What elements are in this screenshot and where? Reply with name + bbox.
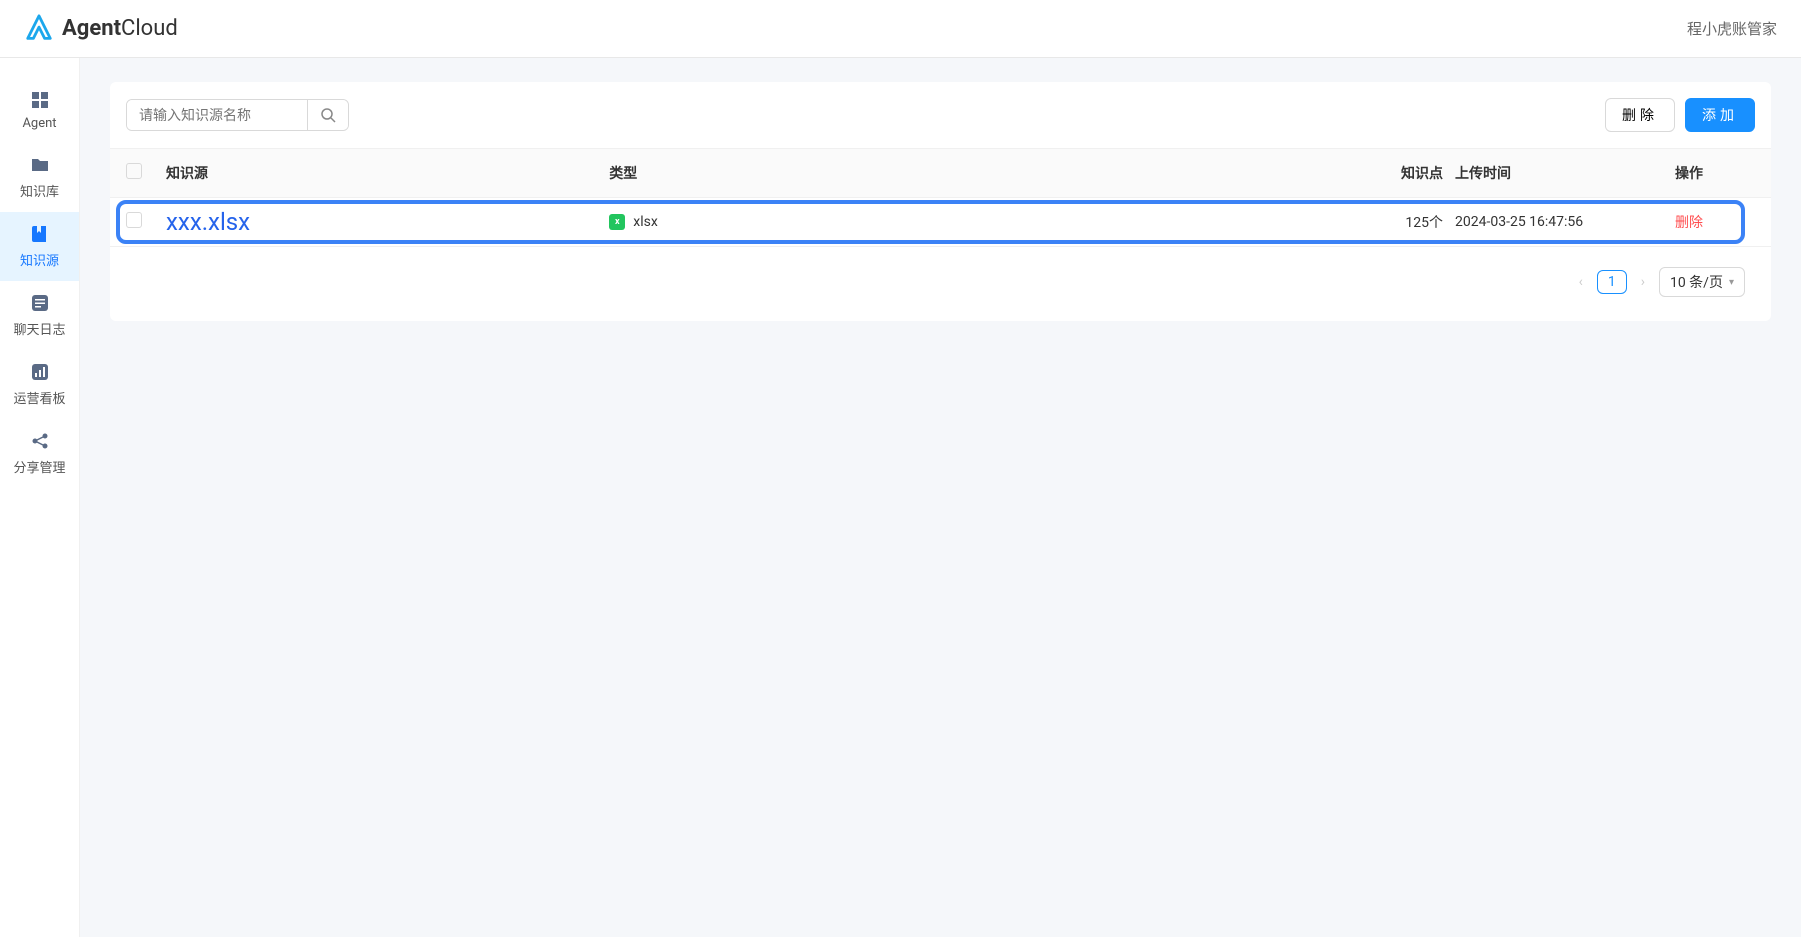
cell-action: 删除 xyxy=(1675,212,1755,232)
toolbar-actions: 删除 添加 xyxy=(1605,98,1755,132)
row-delete-link[interactable]: 删除 xyxy=(1675,215,1703,231)
sidebar-item-label: 聊天日志 xyxy=(13,319,65,338)
column-header-type: 类型 xyxy=(609,163,1375,183)
logo-text: AgentCloud xyxy=(62,16,178,41)
cell-type: x xlsx xyxy=(609,214,1375,230)
sidebar-item-agent[interactable]: Agent xyxy=(0,78,79,143)
row-checkbox[interactable] xyxy=(126,212,142,228)
delete-button[interactable]: 删除 xyxy=(1605,98,1675,132)
sidebar-item-label: 知识源 xyxy=(20,250,59,269)
row-checkbox-cell xyxy=(126,212,166,232)
select-all-checkbox[interactable] xyxy=(126,163,142,179)
type-text: xlsx xyxy=(633,214,658,230)
sidebar-item-label: Agent xyxy=(22,116,56,131)
sidebar-item-knowledge-source[interactable]: 知识源 xyxy=(0,212,79,281)
folder-icon xyxy=(30,155,50,175)
column-header-name: 知识源 xyxy=(166,163,609,183)
logo-icon xyxy=(24,14,54,44)
prev-page-button[interactable]: ‹ xyxy=(1575,274,1587,290)
page-size-label: 10 条/页 xyxy=(1670,272,1723,292)
logo[interactable]: AgentCloud xyxy=(24,14,178,44)
pagination: ‹ 1 › 10 条/页 ▾ xyxy=(110,247,1771,297)
search-wrap xyxy=(126,99,349,131)
search-icon xyxy=(320,107,336,123)
table-row[interactable]: xxx.xlsx x xlsx 125个 2024-03-25 16:47:56… xyxy=(110,198,1771,247)
page-number-current[interactable]: 1 xyxy=(1597,270,1627,294)
sidebar-item-label: 分享管理 xyxy=(13,457,65,476)
chart-icon xyxy=(30,362,50,382)
main-content: 删除 添加 知识源 类型 知识点 上传时间 操作 xyxy=(80,58,1801,937)
header-checkbox-cell xyxy=(126,163,166,183)
header: AgentCloud 程小虎账管家 xyxy=(0,0,1801,58)
cell-points: 125个 xyxy=(1375,212,1455,232)
column-header-upload-time: 上传时间 xyxy=(1455,163,1675,183)
column-header-points: 知识点 xyxy=(1375,163,1455,183)
column-header-action: 操作 xyxy=(1675,163,1755,183)
sidebar-item-chat-log[interactable]: 聊天日志 xyxy=(0,281,79,350)
file-name-link[interactable]: xxx.xlsx xyxy=(166,208,250,236)
chat-icon xyxy=(30,293,50,313)
cell-name: xxx.xlsx xyxy=(166,208,609,236)
cell-upload-time: 2024-03-25 16:47:56 xyxy=(1455,214,1675,230)
table-header: 知识源 类型 知识点 上传时间 操作 xyxy=(110,148,1771,198)
toolbar: 删除 添加 xyxy=(110,98,1771,148)
page-size-select[interactable]: 10 条/页 ▾ xyxy=(1659,267,1745,297)
xlsx-icon: x xyxy=(609,214,625,230)
content-card: 删除 添加 知识源 类型 知识点 上传时间 操作 xyxy=(110,82,1771,321)
sidebar: Agent 知识库 知识源 聊天日志 运营看板 xyxy=(0,58,80,937)
sidebar-item-label: 运营看板 xyxy=(13,388,65,407)
sidebar-item-label: 知识库 xyxy=(20,181,59,200)
header-user-label[interactable]: 程小虎账管家 xyxy=(1687,18,1777,39)
share-icon xyxy=(30,431,50,451)
sidebar-item-dashboard[interactable]: 运营看板 xyxy=(0,350,79,419)
sidebar-item-knowledge-base[interactable]: 知识库 xyxy=(0,143,79,212)
search-input[interactable] xyxy=(127,100,307,130)
book-icon xyxy=(30,224,50,244)
search-button[interactable] xyxy=(307,100,348,130)
add-button[interactable]: 添加 xyxy=(1685,98,1755,132)
grid-icon xyxy=(30,90,50,110)
table: 知识源 类型 知识点 上传时间 操作 xxx.xlsx x xyxy=(110,148,1771,247)
next-page-button[interactable]: › xyxy=(1637,274,1649,290)
sidebar-item-share[interactable]: 分享管理 xyxy=(0,419,79,488)
chevron-down-icon: ▾ xyxy=(1729,277,1734,288)
